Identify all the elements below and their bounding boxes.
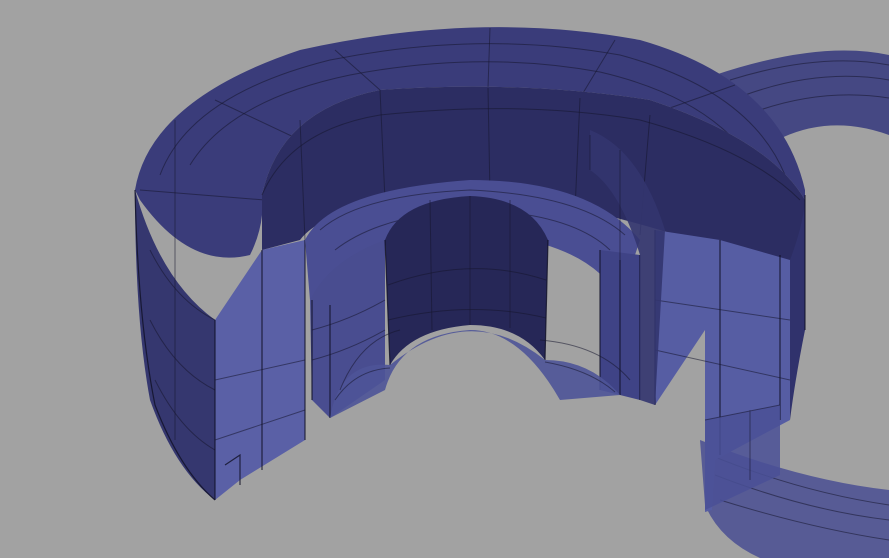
inner-cylinder[interactable] [384, 196, 549, 366]
3d-viewport[interactable] [0, 0, 889, 558]
outer-ring-cut-face-left[interactable] [214, 240, 306, 500]
outer-ring-cut-face-right[interactable] [654, 230, 791, 512]
cutaway-model[interactable] [0, 0, 889, 558]
